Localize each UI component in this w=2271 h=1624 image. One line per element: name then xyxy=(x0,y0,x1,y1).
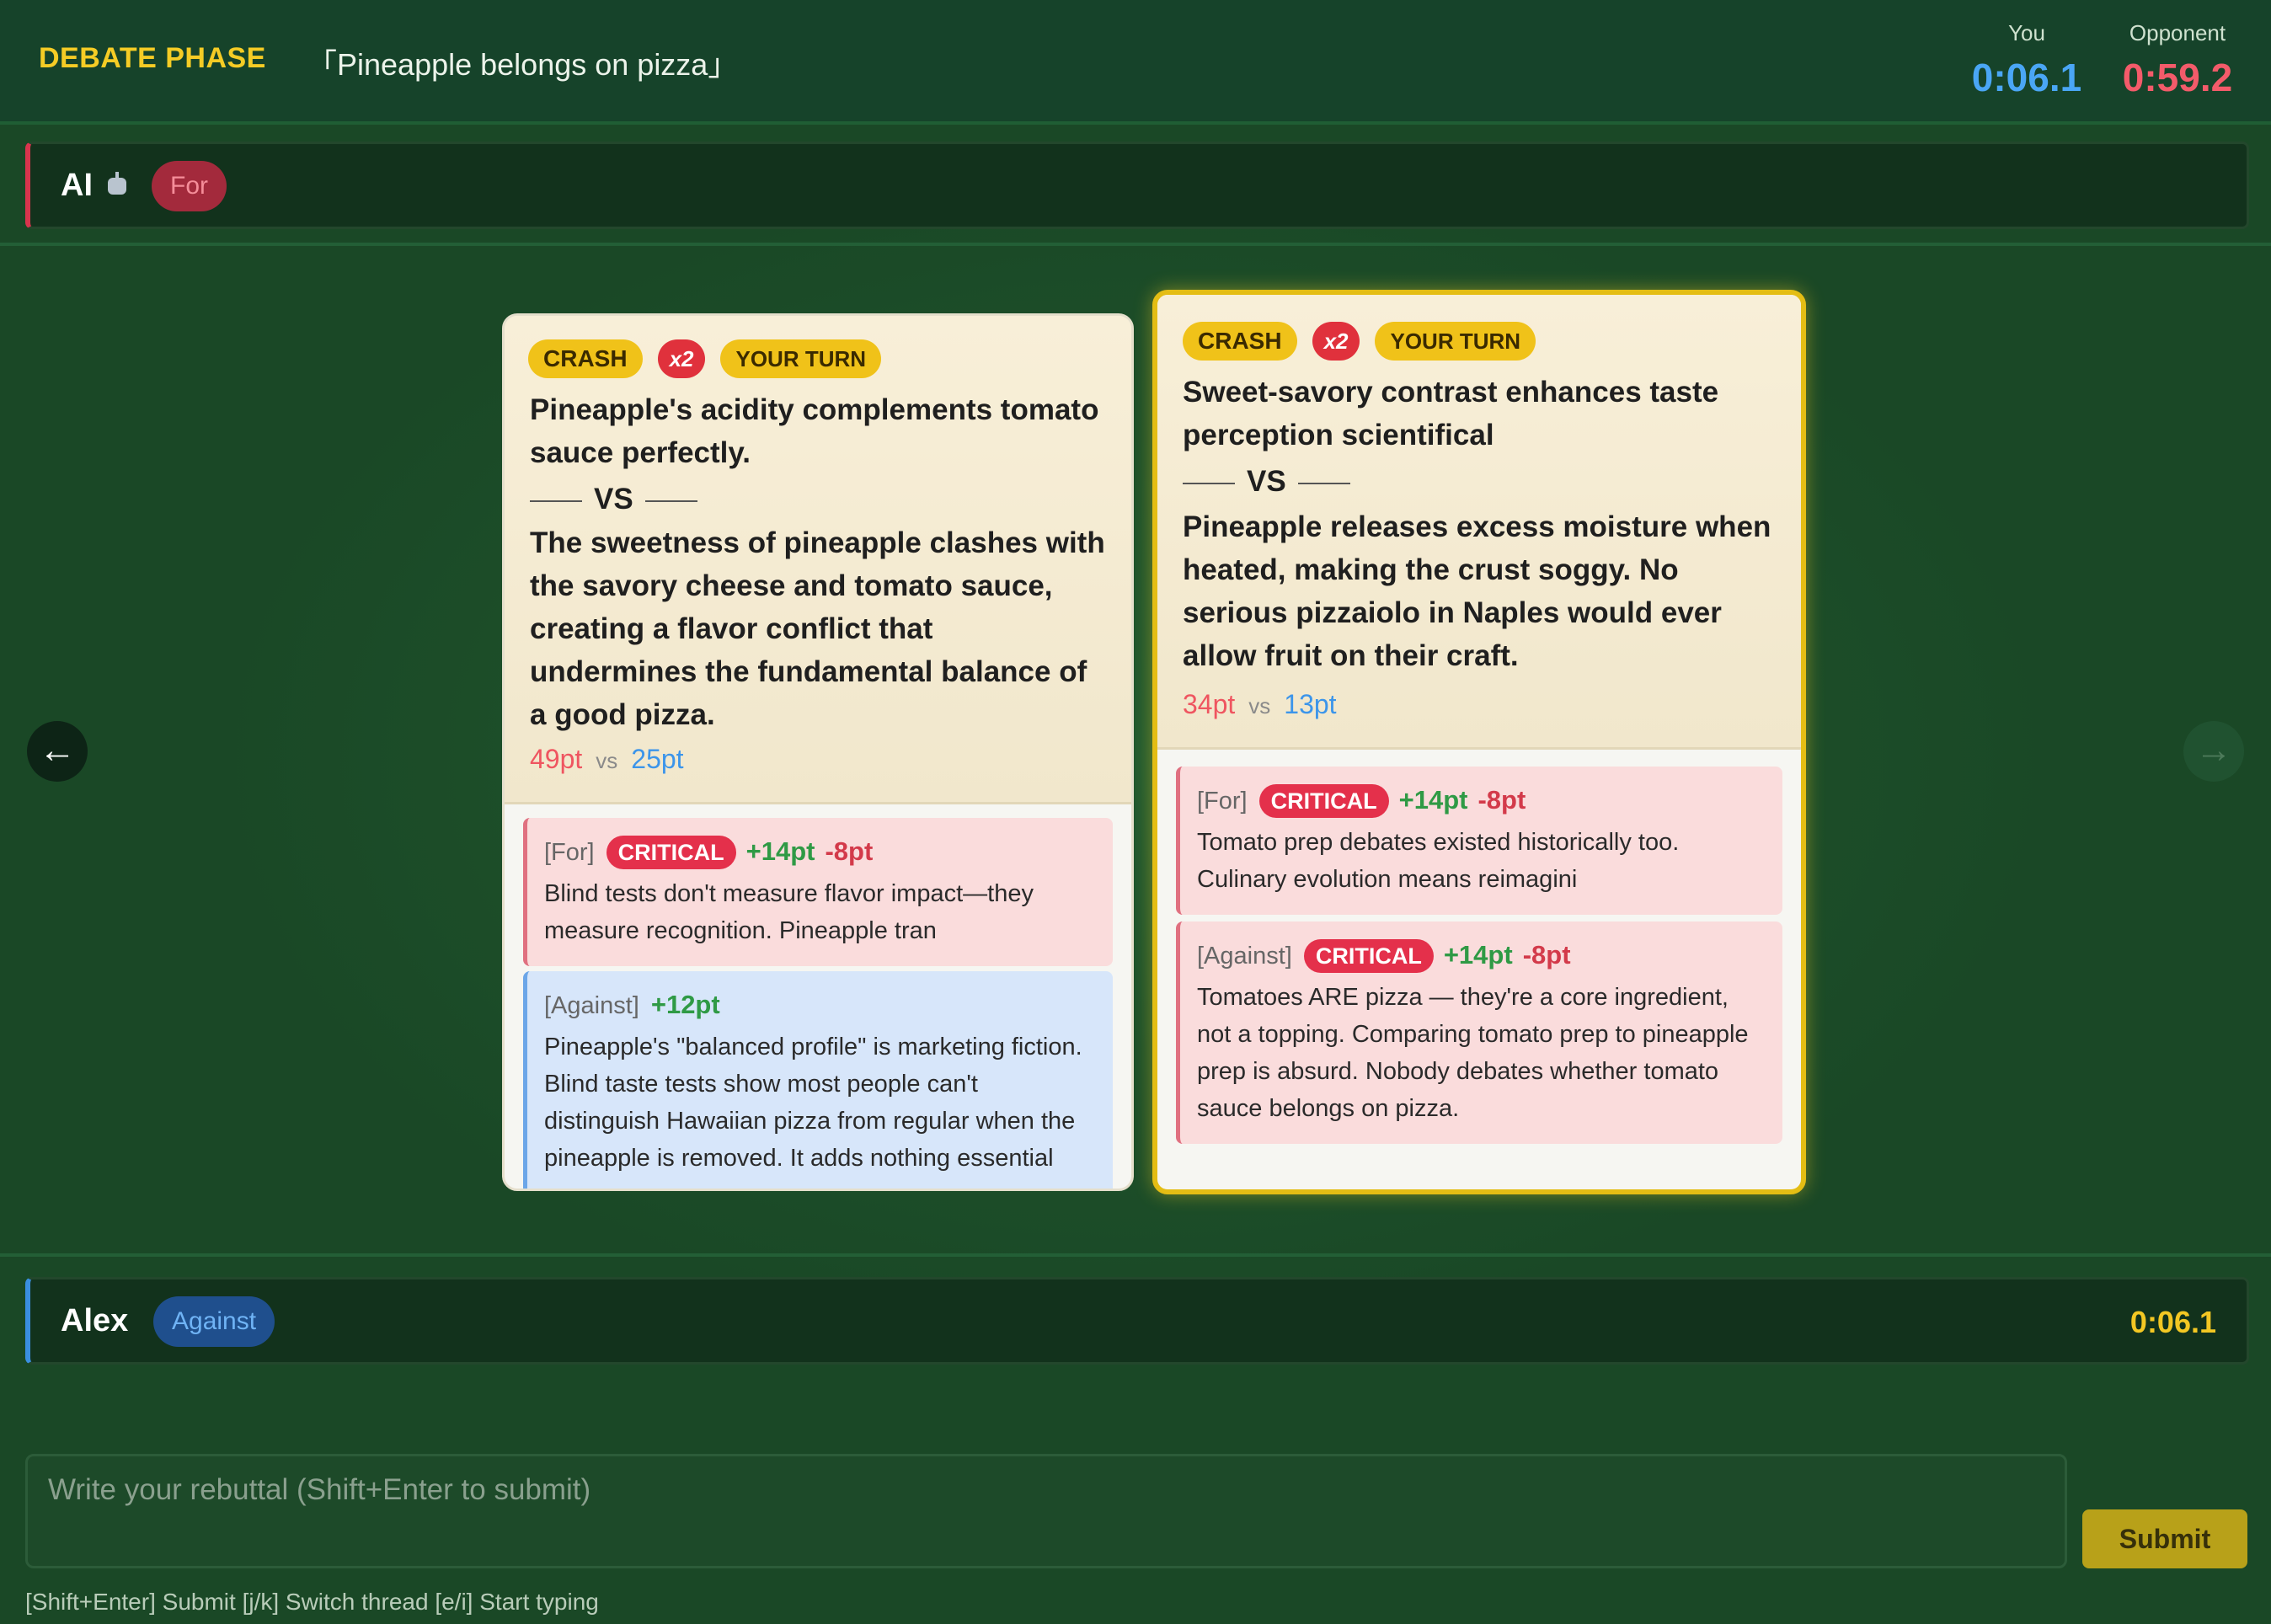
critical-badge: CRITICAL xyxy=(1258,784,1389,818)
card-header: CRASH x2 YOUR TURN Pineapple's acidity com… xyxy=(505,316,1131,804)
score-against: 25pt xyxy=(631,744,684,774)
claim-against: The sweetness of pineapple clashes with … xyxy=(530,526,1105,731)
card-score: 49pt vs 25pt xyxy=(530,744,684,775)
crash-badge: CRASH xyxy=(528,339,643,378)
divider xyxy=(0,1253,2271,1257)
rebuttal-input[interactable] xyxy=(25,1454,2067,1568)
vs-divider: VS xyxy=(530,483,709,516)
divider xyxy=(0,243,2271,246)
phase-title: DEBATE PHASE xyxy=(39,42,266,74)
prev-thread-button[interactable]: ← xyxy=(27,721,88,782)
claim-for: Sweet-savory contrast enhances taste per… xyxy=(1183,376,1719,451)
score-against: 13pt xyxy=(1284,689,1337,719)
card-badges: CRASH x2 YOUR TURN xyxy=(1183,322,1551,361)
comment-text: Tomatoes ARE pizza — they're a core ingr… xyxy=(1197,984,1749,1122)
comment-side: [For] xyxy=(544,839,595,866)
points-gain: +14pt xyxy=(745,836,815,866)
player-bar: Alex Against 0:06.1 xyxy=(25,1277,2249,1365)
card-badges: CRASH x2 YOUR TURN xyxy=(528,339,896,378)
claim-against: Pineapple releases excess moisture when … xyxy=(1183,510,1771,672)
vs-label: VS xyxy=(594,483,633,516)
keyboard-hints: [Shift+Enter] Submit [j/k] Switch thread… xyxy=(25,1589,599,1615)
top-header: DEBATE PHASE 「Pineapple belongs on pizza… xyxy=(0,0,2271,125)
submit-button[interactable]: Submit xyxy=(2082,1509,2247,1568)
points-loss: -8pt xyxy=(825,836,874,866)
you-timer-label: You xyxy=(2008,20,2045,45)
comment-for[interactable]: [For] CRITICAL +14pt -8pt Tomato prep debat… xyxy=(1176,767,1782,915)
points-gain: +14pt xyxy=(1443,940,1513,970)
score-vs: vs xyxy=(1248,693,1271,719)
comment-text: Pineapple's "balanced profile" is market… xyxy=(544,1034,1082,1172)
player-name: Alex xyxy=(61,1303,129,1338)
points-loss: -8pt xyxy=(1477,785,1526,815)
comment-text: Blind tests don't measure flavor impact—… xyxy=(544,880,1034,944)
multiplier-badge: x2 xyxy=(1312,322,1360,361)
robot-icon xyxy=(108,172,126,195)
next-thread-button[interactable]: → xyxy=(2183,721,2244,782)
debate-topic: 「Pineapple belongs on pizza」 xyxy=(307,47,739,82)
critical-badge: CRITICAL xyxy=(1303,939,1434,973)
comment-against[interactable]: [Against] +12pt Pineapple's "balanced pro… xyxy=(523,971,1113,1189)
debate-card[interactable]: CRASH x2 YOUR TURN Pineapple's acidity com… xyxy=(502,313,1134,1191)
opponent-timer: Opponent 0:59.2 xyxy=(2106,20,2249,100)
opponent-bar: AI For xyxy=(25,142,2249,229)
score-vs: vs xyxy=(596,748,618,773)
your-turn-badge: YOUR TURN xyxy=(720,339,882,378)
opponent-timer-value: 0:59.2 xyxy=(2122,56,2233,99)
player-side-badge: Against xyxy=(153,1296,275,1347)
points-loss: -8pt xyxy=(1522,940,1571,970)
multiplier-badge: x2 xyxy=(657,339,706,378)
claim-for: Pineapple's acidity complements tomato s… xyxy=(530,393,1099,469)
card-score: 34pt vs 13pt xyxy=(1183,689,1337,720)
player-timer: 0:06.1 xyxy=(2129,1305,2216,1339)
crash-badge: CRASH xyxy=(1183,322,1297,361)
comment-side: [Against] xyxy=(544,992,639,1019)
comment-against[interactable]: [Against] CRITICAL +14pt -8pt Tomatoes ARE … xyxy=(1176,922,1782,1144)
comment-side: [Against] xyxy=(1197,943,1292,970)
you-timer: You 0:06.1 xyxy=(1968,20,2086,100)
points-gain: +12pt xyxy=(650,990,720,1019)
points-gain: +14pt xyxy=(1398,785,1468,815)
comment-for[interactable]: [For] CRITICAL +14pt -8pt Blind tests don't… xyxy=(523,818,1113,966)
your-turn-badge: YOUR TURN xyxy=(1375,322,1536,361)
vs-label: VS xyxy=(1247,465,1286,498)
debate-app: DEBATE PHASE 「Pineapple belongs on pizza… xyxy=(0,0,2271,1624)
critical-badge: CRITICAL xyxy=(606,836,736,869)
vs-divider: VS xyxy=(1183,465,1362,499)
comment-side: [For] xyxy=(1197,788,1248,815)
opponent-name: AI xyxy=(61,168,93,203)
card-header: CRASH x2 YOUR TURN Sweet-savory contrast e… xyxy=(1157,295,1801,750)
score-for: 49pt xyxy=(530,744,583,774)
you-timer-value: 0:06.1 xyxy=(1971,56,2082,99)
comment-text: Tomato prep debates existed historically… xyxy=(1197,829,1680,893)
opponent-timer-label: Opponent xyxy=(2129,20,2226,45)
opponent-side-badge: For xyxy=(152,161,227,211)
debate-card-active[interactable]: CRASH x2 YOUR TURN Sweet-savory contrast e… xyxy=(1152,290,1806,1194)
score-for: 34pt xyxy=(1183,689,1236,719)
